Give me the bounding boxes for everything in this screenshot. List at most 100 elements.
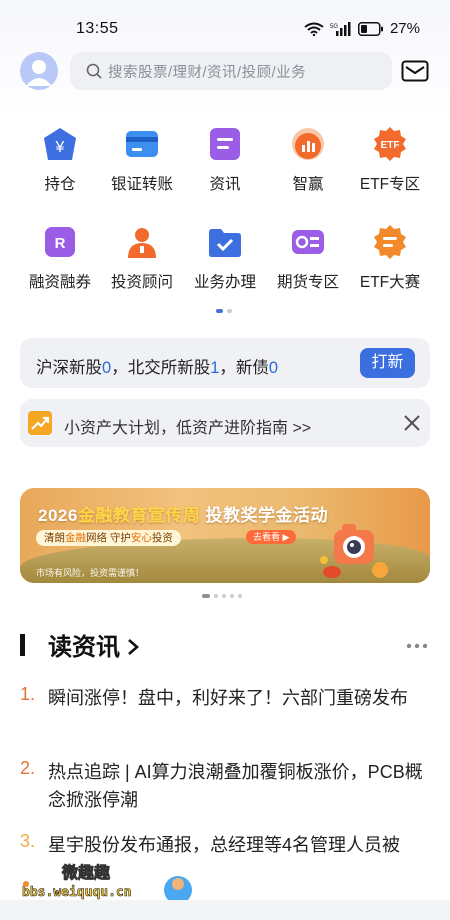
battery-icon [357, 21, 383, 36]
tip-text: 小资产大计划，低资产进阶指南 >> [64, 420, 312, 437]
camera-mascot-icon [320, 524, 388, 578]
grid-label: 业务办理 [193, 274, 256, 291]
banner-title-highlight: 金融教育宣传周 [77, 506, 201, 525]
grid-label: 投资顾问 [110, 274, 173, 291]
grid-label: 资讯 [209, 176, 241, 193]
smart-win-icon [292, 128, 324, 160]
banner-sub-hl2: 安心 [130, 532, 152, 544]
svg-text:¥: ¥ [55, 139, 65, 156]
news-index: 3. [20, 831, 36, 851]
banner-go-button[interactable]: 去看看 ▶ [246, 530, 297, 544]
search-icon [86, 63, 102, 79]
new-stock-bar[interactable]: 沪深新股0，北交所新股1，新债0 打新 [20, 338, 430, 388]
grid-item-news[interactable]: 资讯 [180, 122, 270, 202]
grid-item-advisor[interactable]: 投资顾问 [97, 220, 187, 300]
banner-dot-active [202, 594, 210, 598]
banner-page-indicator [202, 594, 242, 598]
grid-item-etf-contest[interactable]: ETF大赛 [345, 220, 435, 300]
new-stock-count-b: 1 [210, 359, 220, 377]
battery-percent: 27% [389, 20, 420, 37]
more-icon[interactable] [406, 643, 428, 649]
new-stock-count-c: 0 [268, 359, 279, 377]
wifi-icon [304, 22, 324, 36]
grid-item-bank-transfer[interactable]: 银证转账 [97, 122, 187, 202]
business-icon [209, 229, 241, 257]
banner-dot [214, 594, 218, 598]
chevron-right-icon [127, 639, 139, 655]
holdings-icon: ¥ [44, 128, 76, 160]
news-headline: 星宇股份发布通报，总经理等4名管理人员被 [48, 835, 401, 855]
advisor-icon [128, 228, 156, 258]
etf-contest-icon [374, 225, 406, 259]
user-icon [26, 60, 52, 86]
futures-icon [292, 230, 324, 254]
grid-label: 银证转账 [110, 176, 173, 193]
grid-label: 期货专区 [276, 274, 339, 291]
svg-text:R: R [55, 235, 66, 252]
search-input[interactable]: 搜索股票/理财/资讯/投顾/业务 [70, 52, 392, 90]
section-marker [20, 634, 25, 656]
news-icon [210, 128, 240, 160]
close-icon[interactable] [403, 414, 421, 432]
status-icons: 5G 27% [304, 20, 420, 37]
grid-item-holdings[interactable]: ¥ 持仓 [15, 122, 105, 202]
watermark-line2: bbs.weiququ.cn [22, 885, 132, 900]
banner-dot [230, 594, 234, 598]
status-bar: 13:55 5G 27% [0, 0, 450, 56]
margin-trading-icon: R [45, 227, 75, 257]
svg-text:ETF: ETF [381, 140, 400, 151]
grid-item-margin-trading[interactable]: R 融资融券 [15, 220, 105, 300]
banner-title-year: 2026 [38, 506, 78, 525]
grid-label: 智赢 [292, 176, 324, 193]
search-placeholder: 搜索股票/理财/资讯/投顾/业务 [108, 64, 307, 81]
banner-sub-a: 清朗 [44, 532, 65, 544]
news-headline: 瞬间涨停！盘中，利好来了！六部门重磅发布 [48, 688, 408, 708]
banner-title-rest: 投教奖学金活动 [200, 506, 329, 525]
grid-item-etf[interactable]: ETF ETF专区 [345, 122, 435, 202]
bottom-strip [0, 900, 450, 920]
banner-dot [238, 594, 242, 598]
svg-text:5G: 5G [330, 24, 338, 30]
bank-transfer-icon [126, 131, 158, 157]
grid-page-indicator [216, 309, 232, 313]
etf-icon: ETF [374, 127, 406, 161]
grid-item-smart-win[interactable]: 智赢 [263, 122, 353, 202]
news-item[interactable]: 3. 星宇股份发布通报，总经理等4名管理人员被 [20, 831, 430, 859]
grid-item-futures[interactable]: 期货专区 [263, 220, 353, 300]
promo-banner[interactable]: 2026金融教育宣传周 投教奖学金活动 清朗金融网络 守护安心投资 去看看 ▶ … [20, 488, 430, 583]
page-dot-active [216, 309, 223, 313]
signal-icon: 5G [330, 21, 351, 36]
new-stock-label-b: ，北交所新股 [111, 359, 211, 377]
grid-label: 融资融券 [28, 274, 91, 291]
banner-risk-note: 市场有风险，投资需谨慎！ [36, 568, 145, 578]
banner-dot [222, 594, 226, 598]
banner-sub-b: 网络 守护 [86, 532, 131, 544]
mail-icon [401, 60, 429, 82]
news-item[interactable]: 2. 热点追踪 | AI算力浪潮叠加覆铜板涨价，PCB概念掀涨停潮 [20, 758, 430, 814]
avatar[interactable] [20, 52, 58, 90]
grid-item-business[interactable]: 业务办理 [180, 220, 270, 300]
grid-label: 持仓 [44, 176, 76, 193]
watermark-line1: 微趣趣 [61, 863, 111, 882]
message-button[interactable] [401, 60, 429, 82]
news-item[interactable]: 1. 瞬间涨停！盘中，利好来了！六部门重磅发布 [20, 684, 430, 740]
tip-banner[interactable]: 小资产大计划，低资产进阶指南 >> [20, 399, 430, 447]
banner-sub-c: 投资 [151, 532, 173, 544]
new-stock-count-a: 0 [102, 359, 112, 377]
news-title-text: 读资讯 [48, 634, 120, 661]
new-stock-text: 沪深新股0，北交所新股1，新债0 [36, 354, 278, 378]
growth-chart-icon [28, 411, 52, 435]
status-time: 13:55 [76, 20, 119, 37]
news-index: 2. [20, 758, 36, 778]
new-stock-label-a: 沪深新股 [36, 359, 102, 377]
news-index: 1. [20, 684, 36, 704]
grid-label: ETF专区 [359, 176, 421, 193]
banner-subtitle: 清朗金融网络 守护安心投资 [36, 530, 181, 546]
grid-label: ETF大赛 [359, 274, 421, 291]
subscribe-new-button[interactable]: 打新 [360, 348, 415, 378]
banner-sub-hl1: 金融 [65, 532, 86, 544]
page-dot [227, 309, 232, 313]
banner-title: 2026金融教育宣传周 投教奖学金活动 [38, 501, 328, 526]
news-headline: 热点追踪 | AI算力浪潮叠加覆铜板涨价，PCB概念掀涨停潮 [48, 762, 423, 810]
news-section-title[interactable]: 读资讯 [48, 627, 139, 662]
